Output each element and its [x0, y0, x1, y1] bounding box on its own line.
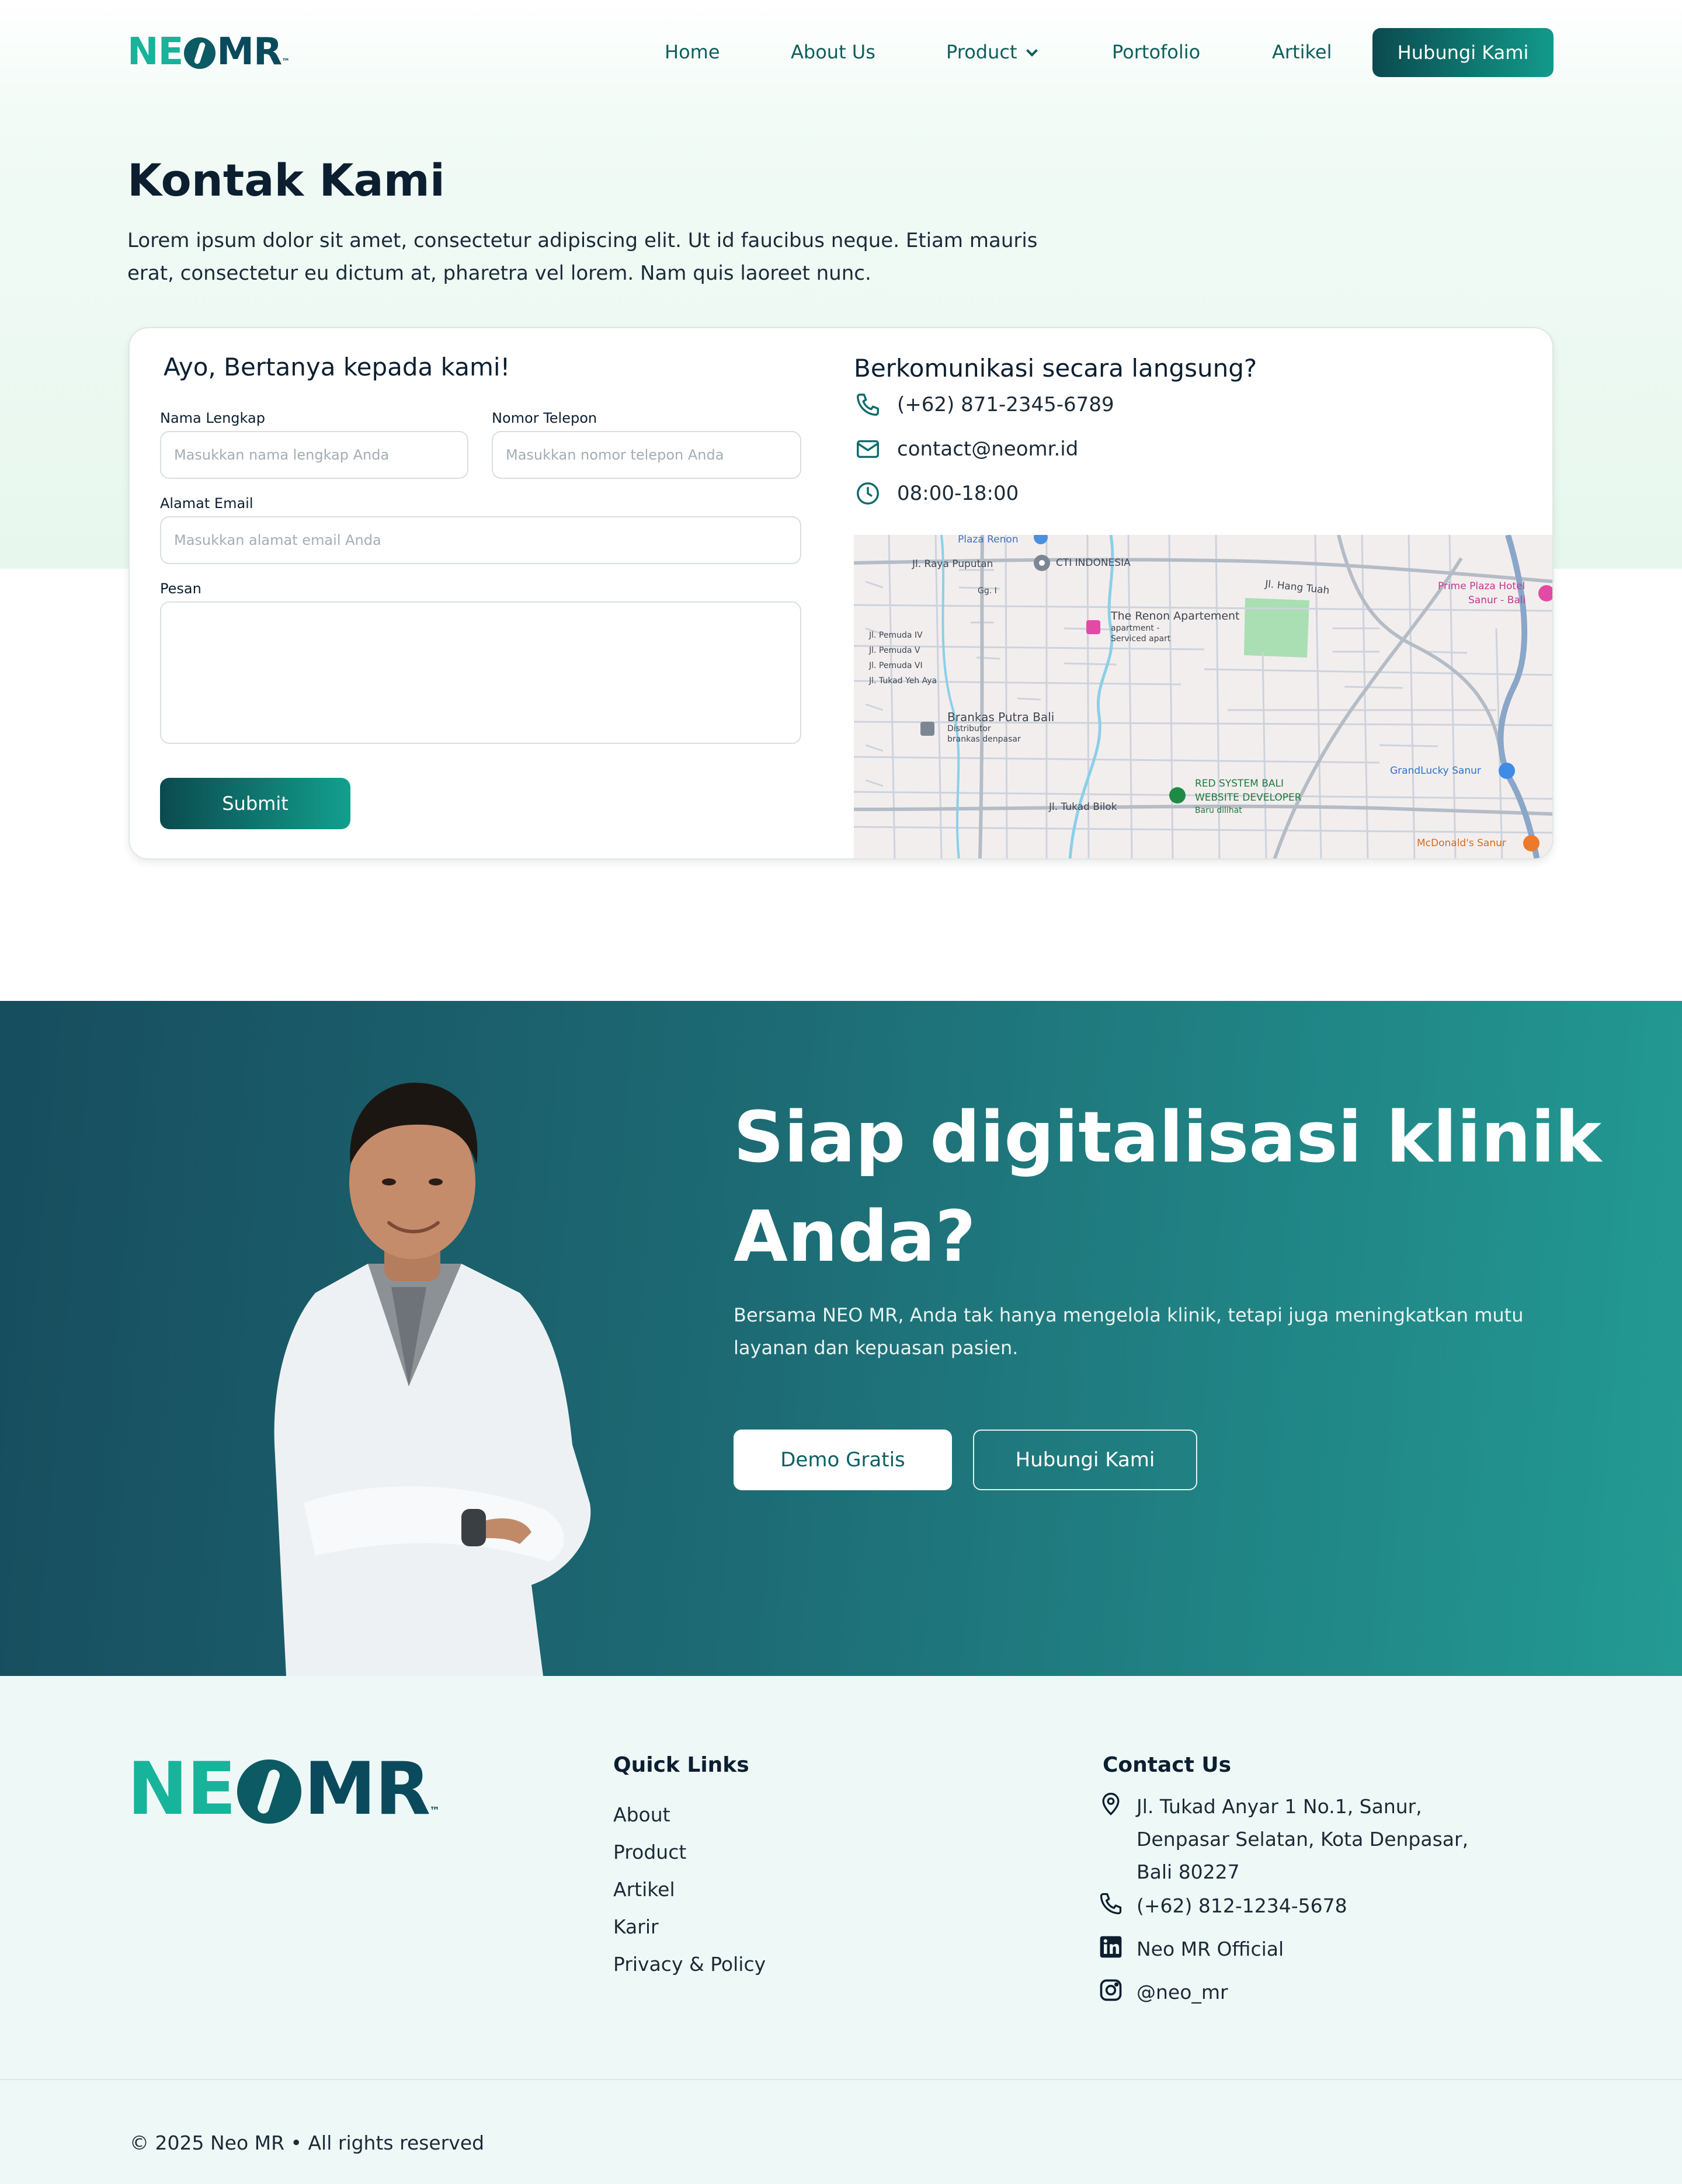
footer-link-about[interactable]: About [613, 1803, 670, 1826]
form-title: Ayo, Bertanya kepada kami! [164, 353, 510, 381]
map-label-brankas-2: Distributor [947, 724, 991, 733]
map-label-renon-apartement-3: Serviced apart [1111, 634, 1171, 644]
footer-link-karir[interactable]: Karir [613, 1915, 659, 1938]
message-label: Pesan [160, 580, 201, 597]
map-label-prime-plaza-2: Sanur - Bali [1468, 594, 1526, 606]
nav-product[interactable]: Product [946, 37, 1038, 67]
footer-logo-text-ne: NE [127, 1747, 236, 1831]
map-label-plaza-renon: Plaza Renon [958, 535, 1019, 545]
footer-address: Jl. Tukad Anyar 1 No.1, Sanur, Denpasar … [1097, 1790, 1506, 1889]
linkedin-icon [1097, 1933, 1125, 1961]
nav-about-us[interactable]: About Us [791, 37, 875, 67]
email-label: Alamat Email [160, 495, 253, 512]
footer-linkedin-text: Neo MR Official [1137, 1938, 1284, 1960]
footer-logo-text-mr: MR [304, 1747, 430, 1831]
footer-link-product[interactable]: Product [613, 1841, 686, 1863]
nav-artikel[interactable]: Artikel [1272, 37, 1332, 67]
map-label-brankas: Brankas Putra Bali [947, 710, 1055, 724]
direct-phone-row: (+62) 871-2345-6789 [854, 390, 1114, 419]
map-label-raya-puputan: Jl. Raya Puputan [912, 558, 993, 570]
phone-icon [854, 391, 882, 419]
direct-hours-row: 08:00-18:00 [854, 479, 1019, 508]
page-title: Kontak Kami [127, 154, 445, 206]
map-label-pemuda-iv: Jl. Pemuda IV [869, 631, 923, 640]
footer-logo-trademark: ™ [429, 1805, 440, 1817]
direct-contact-title: Berkomunikasi secara langsung? [854, 354, 1257, 382]
footer-phone-text[interactable]: (+62) 812-1234-5678 [1137, 1890, 1347, 1922]
phone-label: Nomor Telepon [492, 410, 597, 426]
name-label: Nama Lengkap [160, 410, 265, 426]
direct-email-text[interactable]: contact@neomr.id [897, 437, 1078, 461]
copyright: © 2025 Neo MR • All rights reserved [130, 2131, 485, 2154]
demo-button[interactable]: Demo Gratis [734, 1430, 952, 1490]
direct-email-row: contact@neomr.id [854, 434, 1078, 464]
footer-link-privacy[interactable]: Privacy & Policy [613, 1953, 766, 1976]
footer-divider [0, 2079, 1682, 2080]
page-description: Lorem ipsum dolor sit amet, consectetur … [127, 229, 1038, 285]
map-park [1244, 598, 1309, 658]
submit-button[interactable]: Submit [160, 778, 350, 829]
message-textarea[interactable] [160, 601, 801, 744]
footer-address-text: Jl. Tukad Anyar 1 No.1, Sanur, Denpasar … [1137, 1795, 1469, 1883]
direct-hours-text: 08:00-18:00 [897, 482, 1019, 505]
doctor-photo [274, 1083, 591, 1676]
phone-icon [1097, 1890, 1125, 1918]
footer-linkedin[interactable]: Neo MR Official [1097, 1933, 1284, 1966]
map-label-cti: CTI INDONESIA [1056, 557, 1131, 569]
map-label-renon-apartement: The Renon Apartement [1111, 610, 1240, 622]
map-label-tukad-bilok: Jl. Tukad Bilok [1049, 801, 1117, 813]
footer-instagram-text: @neo_mr [1137, 1981, 1228, 2004]
location-map[interactable]: Plaza Renon Jl. Raya Puputan CTI INDONES… [854, 535, 1552, 858]
name-input[interactable] [160, 431, 468, 479]
chevron-down-icon [1026, 45, 1038, 57]
map-label-grandlucky: GrandLucky Sanur [1390, 765, 1481, 777]
phone-input[interactable] [492, 431, 801, 479]
nav-product-label: Product [946, 41, 1017, 63]
map-label-pemuda-v: Jl. Pemuda V [869, 646, 920, 655]
cta-section: Siap digitalisasi klinik Anda? Bersama N… [0, 1001, 1682, 1676]
map-label-mcdonalds: McDonald's Sanur [1417, 837, 1506, 849]
map-label-pemuda-vi: Jl. Pemuda VI [869, 661, 923, 670]
map-label-prime-plaza: Prime Plaza Hotel [1438, 580, 1525, 592]
cta-description: Bersama NEO MR, Anda tak hanya mengelola… [734, 1304, 1524, 1359]
location-pin-icon [1097, 1790, 1125, 1818]
footer-logo[interactable]: NE MR ™ [127, 1747, 440, 1831]
instagram-icon [1097, 1976, 1125, 2004]
map-label-gg-i: Gg. I [978, 586, 997, 596]
quick-links-title: Quick Links [613, 1753, 749, 1777]
map-label-red-system-2: WEBSITE DEVELOPER [1195, 792, 1302, 804]
map-label-renon-apartement-2: apartment - [1111, 624, 1160, 633]
map-label-red-system: RED SYSTEM BALI [1195, 778, 1284, 790]
footer-logo-mark-icon [237, 1759, 302, 1824]
cta-title: Siap digitalisasi klinik Anda? [734, 1097, 1602, 1278]
footer: NE MR ™ Quick Links About Product Artike… [0, 1676, 1682, 2184]
nav-contact-button[interactable]: Hubungi Kami [1372, 28, 1554, 77]
map-label-tukad-yeh-aya: Jl. Tukad Yeh Aya [869, 676, 937, 686]
mail-icon [854, 435, 882, 463]
nav-home[interactable]: Home [665, 37, 720, 67]
footer-phone: (+62) 812-1234-5678 [1097, 1890, 1347, 1922]
email-input[interactable] [160, 516, 801, 564]
contact-us-title: Contact Us [1103, 1753, 1232, 1777]
footer-link-artikel[interactable]: Artikel [613, 1878, 675, 1901]
clock-icon [854, 479, 882, 507]
navbar: NE MR ™ Home About Us Product Portofolio… [0, 0, 1682, 105]
nav-portofolio[interactable]: Portofolio [1112, 37, 1200, 67]
map-label-red-system-3: Baru dilihat [1195, 806, 1242, 815]
footer-instagram[interactable]: @neo_mr [1097, 1976, 1228, 2009]
cta-contact-button[interactable]: Hubungi Kami [973, 1430, 1197, 1490]
map-label-brankas-3: brankas denpasar [947, 735, 1021, 744]
contact-card: Ayo, Bertanya kepada kami! Nama Lengkap … [128, 327, 1554, 860]
direct-phone-text[interactable]: (+62) 871-2345-6789 [897, 393, 1114, 416]
